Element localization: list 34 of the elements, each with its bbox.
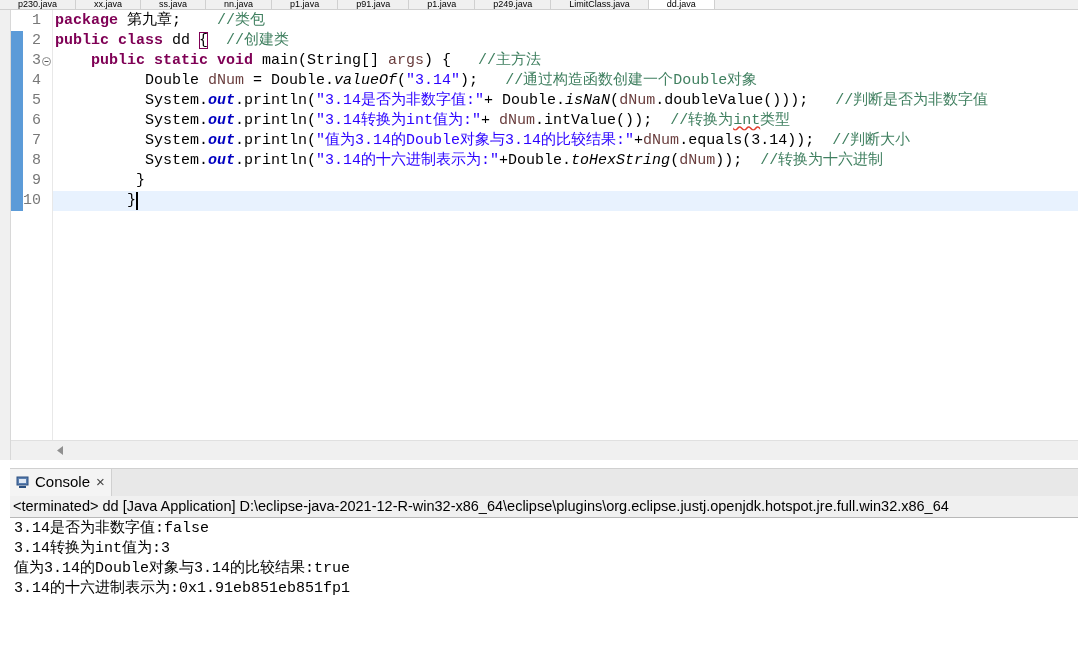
code-line: } <box>135 171 145 191</box>
monitor-icon <box>16 476 29 489</box>
line-number: 6 <box>31 111 41 131</box>
collapse-icon[interactable] <box>42 56 51 66</box>
code-line: Double dNum = Double.valueOf("3.14"); //通过构造函数创建一个Double对象 <box>144 71 758 91</box>
console-output-line: 3.14转换为int值为:3 <box>14 539 171 559</box>
close-button[interactable]: × <box>96 471 105 494</box>
code-line: System.out.println("3.14是否为非数字值:"+ Double.isNaN(dNum.doubleValue())); //判断是否为非数字值 <box>144 91 989 111</box>
text-cursor <box>136 192 138 210</box>
code-line: System.out.println("3.14的十六进制表示为:"+Double.toHexString(dNum)); //转换为十六进制 <box>144 151 884 171</box>
code-line: public static void main(String[] args) { //主方法 <box>90 51 542 71</box>
line-number: 5 <box>31 91 41 111</box>
code-line: package 第九章; //类包 <box>54 11 266 31</box>
console-tab-label: Console <box>35 472 91 493</box>
code-line: } <box>126 191 136 211</box>
code-line: System.out.println("3.14转换为int值为:"+ dNum.intValue()); //转换为int类型 <box>144 111 791 131</box>
line-number: 8 <box>31 151 41 171</box>
horizontal-scrollbar[interactable] <box>11 440 1078 460</box>
console-tab[interactable]: Console × <box>10 469 112 496</box>
line-number: 10 <box>23 191 41 211</box>
console-output-line: 3.14的十六进制表示为:0x1.91eb851eb851fp1 <box>14 579 352 599</box>
line-number: 9 <box>31 171 41 191</box>
code-line: System.out.println("值为3.14的Double对象与3.14的比较结果:"+dNum.equals(3.14)); //判断大小 <box>144 131 911 151</box>
console-status: <terminated> dd [Java Application] D:\eclipse-java-2021-12-R-win32-x86_64\eclipse\plugins\org.eclipse.justj.openjdk.hotspot.jre.full.win32.x86_64 <box>13 496 949 516</box>
line-number: 1 <box>31 11 41 31</box>
line-number: 4 <box>31 71 41 91</box>
line-number: 2 <box>31 31 41 51</box>
line-number: 3 <box>31 51 41 71</box>
line-number: 7 <box>31 131 41 151</box>
console-output-line: 3.14是否为非数字值:false <box>14 519 210 539</box>
code-line: public class dd { //创建类 <box>54 31 290 51</box>
editor-tab[interactable]: dd.java <box>648 0 715 9</box>
console-output-line: 值为3.14的Double对象与3.14的比较结果:true <box>14 559 352 579</box>
scroll-left-icon[interactable] <box>57 446 64 455</box>
